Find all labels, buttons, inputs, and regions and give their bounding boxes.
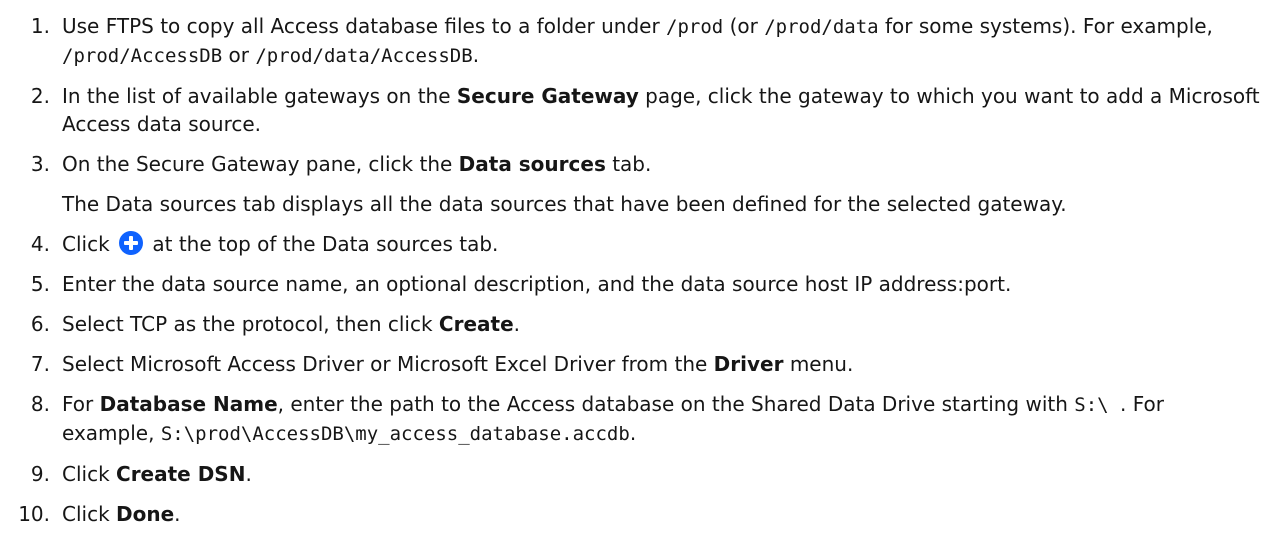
step-text: Select TCP as the protocol, then click	[62, 312, 439, 336]
code-path: /prod/AccessDB	[62, 45, 223, 67]
step-number: 1.	[30, 14, 50, 38]
step-text: (or	[723, 14, 765, 38]
step-1: 1. Use FTPS to copy all Access database …	[0, 0, 1280, 70]
step-text: .	[174, 502, 181, 526]
step-number: 6.	[30, 312, 50, 336]
step-text: or	[222, 43, 256, 67]
step-7: 7. Select Microsoft Access Driver or Mic…	[0, 350, 1280, 378]
step-8: 8. For Database Name, enter the path to …	[0, 390, 1280, 448]
code-path: /prod/data	[764, 16, 879, 38]
step-number: 3.	[30, 152, 50, 176]
ui-label-data-sources: Data sources	[458, 152, 606, 176]
step-text: at the top of the Data sources tab.	[146, 232, 499, 256]
ui-label-secure-gateway: Secure Gateway	[456, 84, 639, 108]
step-text: Click	[62, 232, 110, 256]
step-text: .	[629, 421, 637, 445]
code-path: S:\prod\AccessDB\my_access_database.accd…	[160, 423, 630, 445]
step-number: 8.	[30, 392, 50, 416]
step-text: Click	[62, 462, 117, 486]
step-9: 9. Click Create DSN.	[0, 460, 1280, 488]
ui-label-create-dsn: Create DSN	[116, 462, 246, 486]
step-text: On the Secure Gateway pane, click the	[62, 152, 459, 176]
step-text: In the list of available gateways on the	[62, 84, 457, 108]
ui-label-create: Create	[438, 312, 514, 336]
step-number: 10.	[18, 502, 50, 526]
ui-label-database-name: Database Name	[99, 392, 278, 416]
step-number: 2.	[30, 84, 50, 108]
step-number: 5.	[30, 272, 50, 296]
code-path: /prod	[666, 16, 724, 38]
step-2: 2. In the list of available gateways on …	[0, 82, 1280, 138]
step-text: for some systems). For example,	[878, 14, 1213, 38]
step-text: .	[472, 43, 480, 67]
step-number: 9.	[30, 462, 50, 486]
code-path: /prod/data/AccessDB	[255, 45, 473, 67]
step-number: 7.	[30, 352, 50, 376]
step-text: Use FTPS to copy all Access database fil…	[62, 14, 667, 38]
step-text: , enter the path to the Access database …	[277, 392, 1075, 416]
step-text: For	[62, 392, 100, 416]
step-text: menu.	[783, 352, 854, 376]
step-text: .	[245, 462, 252, 486]
step-5: 5. Enter the data source name, an option…	[0, 270, 1280, 298]
ui-label-done: Done	[116, 502, 175, 526]
step-4: 4. Click at the top of the Data sources …	[0, 230, 1280, 258]
step-text: Enter the data source name, an optional …	[62, 272, 1012, 296]
step-text: Select Microsoft Access Driver or Micros…	[62, 352, 714, 376]
step-note: The Data sources tab displays all the da…	[62, 192, 1067, 216]
step-text: tab.	[605, 152, 652, 176]
ui-label-driver: Driver	[713, 352, 784, 376]
step-6: 6. Select TCP as the protocol, then clic…	[0, 310, 1280, 338]
code-path: S:\	[1074, 394, 1121, 416]
add-circle-icon	[118, 230, 144, 256]
instruction-steps: 1. Use FTPS to copy all Access database …	[0, 0, 1280, 540]
step-number: 4.	[30, 232, 50, 256]
step-text: Click	[62, 502, 117, 526]
step-3: 3. On the Secure Gateway pane, click the…	[0, 150, 1280, 218]
step-text: .	[513, 312, 520, 336]
step-10: 10. Click Done.	[0, 500, 1280, 528]
